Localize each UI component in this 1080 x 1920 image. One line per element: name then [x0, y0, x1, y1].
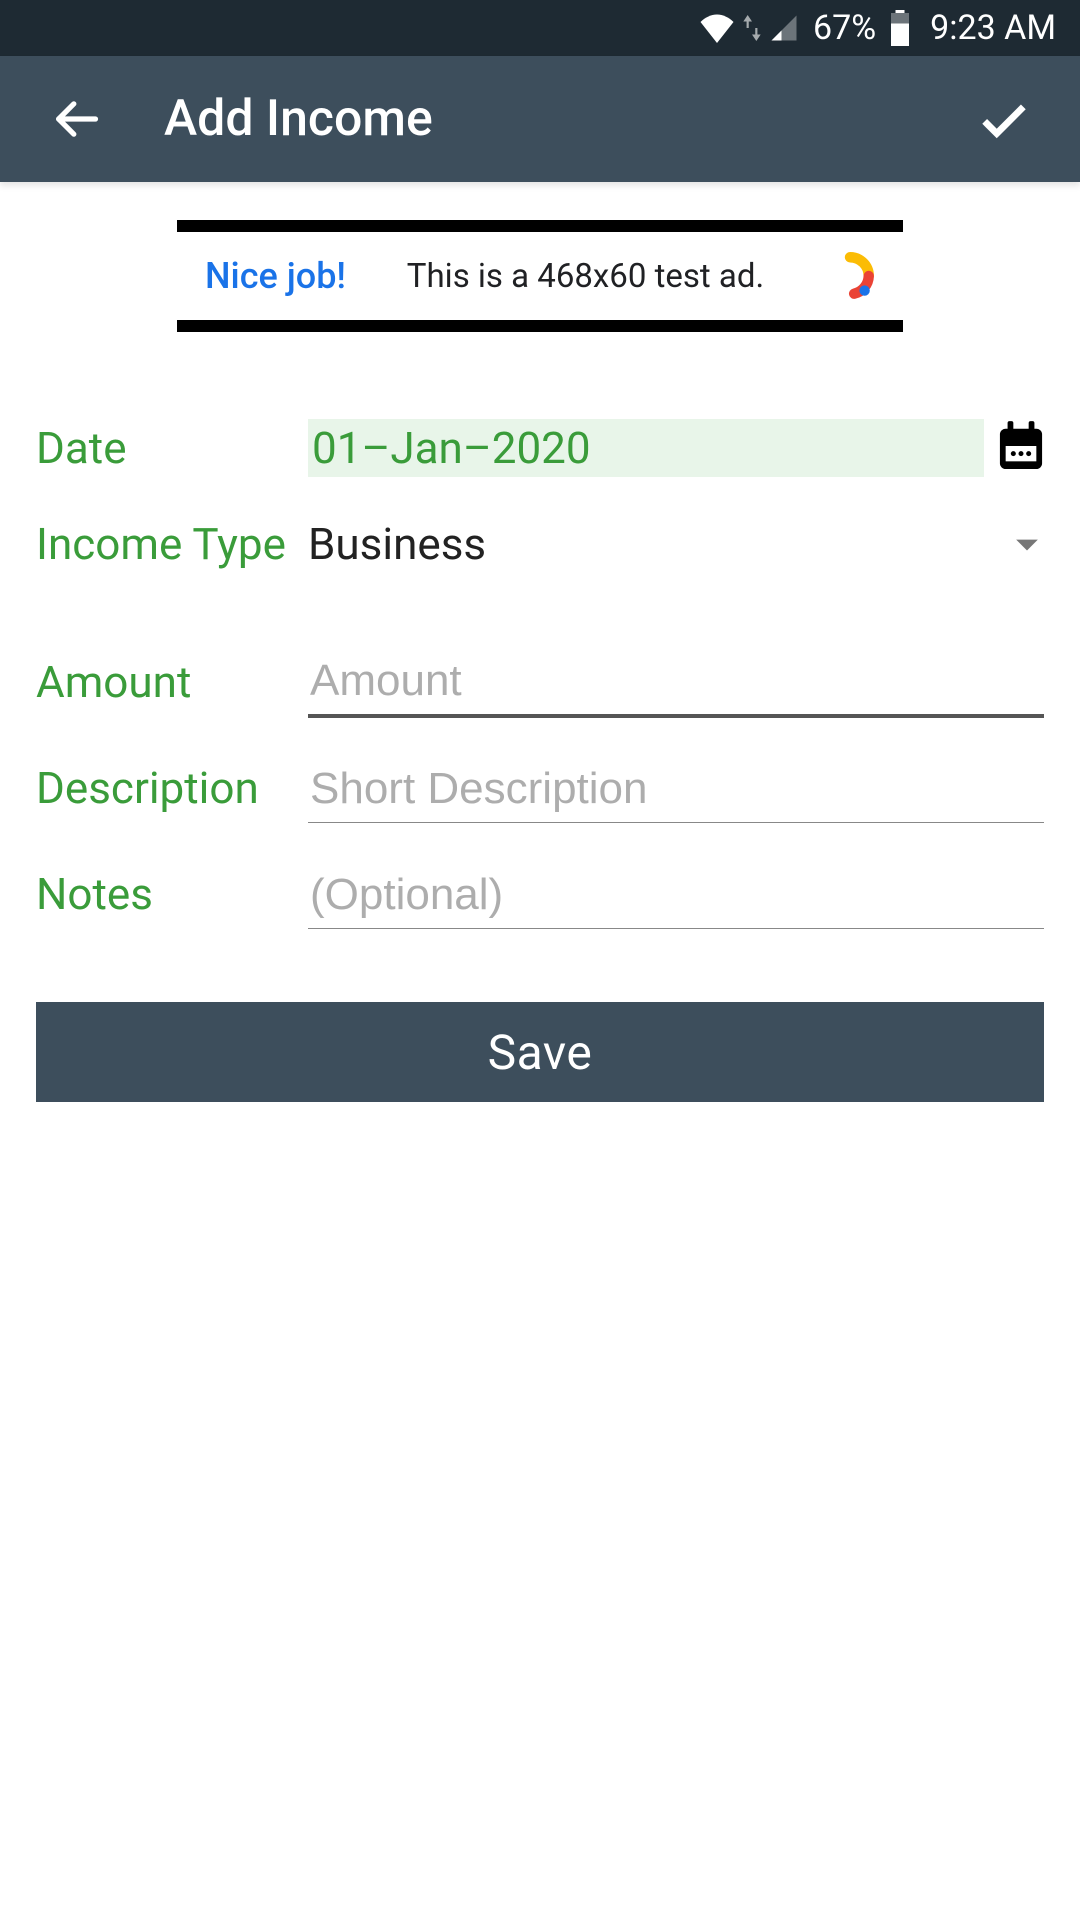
clock-time: 9:23 AM [930, 8, 1056, 48]
signal-icon [769, 13, 799, 43]
income-type-label: Income Type [36, 518, 308, 570]
app-bar: Add Income [0, 56, 1080, 182]
ad-prefix-text: Nice job! [205, 255, 346, 297]
notes-input[interactable] [308, 860, 1044, 929]
battery-icon [888, 10, 912, 46]
description-label: Description [36, 762, 308, 814]
data-arrows-icon [743, 15, 761, 41]
income-type-row: Income Type Business [36, 498, 1044, 590]
income-type-value: Business [308, 518, 486, 570]
description-input[interactable] [308, 754, 1044, 823]
date-label: Date [36, 422, 308, 474]
admob-logo-icon [825, 251, 875, 301]
back-button[interactable] [46, 89, 106, 149]
amount-label: Amount [36, 656, 308, 708]
wifi-icon [699, 13, 735, 43]
ad-banner[interactable]: Nice job! This is a 468x60 test ad. [177, 220, 903, 332]
check-icon [975, 90, 1033, 148]
income-type-dropdown[interactable]: Business [308, 510, 1044, 578]
amount-input[interactable] [308, 646, 1044, 718]
income-form: Date 01–Jan–2020 Income Type Business Am… [36, 402, 1044, 1102]
date-field[interactable]: 01–Jan–2020 [308, 419, 984, 477]
status-bar: 67% 9:23 AM [0, 0, 1080, 56]
arrow-left-icon [50, 93, 102, 145]
calendar-icon [998, 421, 1044, 471]
chevron-down-icon [1014, 536, 1040, 552]
notes-row: Notes [36, 848, 1044, 940]
date-row: Date 01–Jan–2020 [36, 402, 1044, 494]
calendar-button[interactable] [998, 421, 1044, 475]
amount-row: Amount [36, 636, 1044, 728]
save-button[interactable]: Save [36, 1002, 1044, 1102]
confirm-button[interactable] [974, 89, 1034, 149]
description-row: Description [36, 742, 1044, 834]
page-title: Add Income [164, 90, 974, 148]
ad-body-text: This is a 468x60 test ad. [346, 257, 825, 296]
battery-pct: 67% [813, 8, 876, 48]
notes-label: Notes [36, 868, 308, 920]
